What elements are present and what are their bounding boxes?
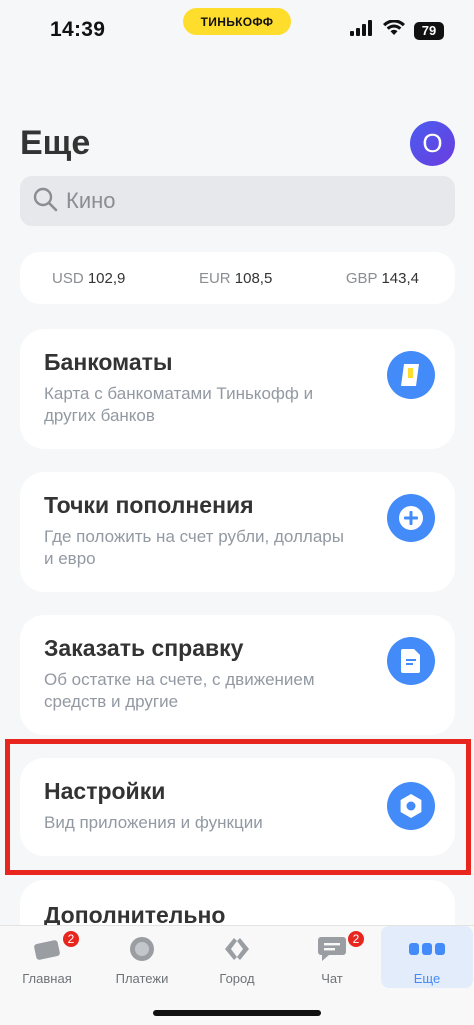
status-icons: 79 <box>350 19 444 41</box>
rate-value: 108,5 <box>234 269 273 287</box>
tab-home[interactable]: Главная 2 <box>1 926 93 988</box>
notification-badge: 2 <box>61 929 81 949</box>
tab-label: Платежи <box>115 971 169 986</box>
rate-gbp: GBP 143,4 <box>346 270 419 287</box>
topup-points-card[interactable]: Точки пополнения Где положить на счет ру… <box>20 472 455 592</box>
order-certificate-card[interactable]: Заказать справку Об остатке на счете, с … <box>20 615 455 735</box>
rate-usd: USD 102,9 <box>52 270 125 287</box>
card-title: Банкоматы <box>44 349 173 375</box>
card-title: Точки пополнения <box>44 492 254 518</box>
avatar[interactable]: O <box>410 121 455 166</box>
currency-rates[interactable]: USD 102,9 EUR 108,5 GBP 143,4 <box>20 252 455 304</box>
rate-code: EUR <box>198 269 231 287</box>
plus-icon <box>387 494 435 542</box>
tab-city[interactable]: Город <box>191 926 283 988</box>
rate-eur: EUR 108,5 <box>199 270 272 287</box>
search-placeholder: Кино <box>66 188 116 213</box>
status-time: 14:39 <box>50 18 106 41</box>
atms-card[interactable]: Банкоматы Карта с банкоматами Тинькофф и… <box>20 329 455 449</box>
search-icon <box>32 186 58 217</box>
card-subtitle: Карта с банкоматами Тинькофф и других ба… <box>44 384 314 425</box>
page-title: Еще <box>20 124 91 162</box>
card-subtitle: Где положить на счет рубли, доллары и ев… <box>44 527 344 568</box>
city-icon <box>222 934 252 964</box>
tab-more[interactable]: Еще <box>381 926 473 988</box>
card-icon <box>32 934 62 964</box>
wifi-icon <box>383 19 405 41</box>
tab-label: Главная <box>22 971 72 986</box>
tab-label: Чат <box>321 971 343 986</box>
notification-badge: 2 <box>346 929 366 949</box>
status-bar: 14:39 ТИНЬКОФФ 79 <box>0 0 474 62</box>
card-title: Заказать справку <box>44 635 244 661</box>
atm-icon <box>387 351 435 399</box>
rate-value: 102,9 <box>87 269 126 287</box>
highlight-frame <box>5 739 471 875</box>
tab-label: Еще <box>413 971 441 986</box>
rate-value: 143,4 <box>381 269 419 287</box>
tab-payments[interactable]: Платежи <box>96 926 188 988</box>
tab-label: Город <box>219 971 255 986</box>
search-input[interactable]: Кино <box>20 176 455 226</box>
chat-icon <box>317 934 347 964</box>
payments-icon <box>127 934 157 964</box>
home-indicator <box>153 1010 321 1016</box>
battery-indicator: 79 <box>414 21 444 40</box>
brand-pill: ТИНЬКОФФ <box>183 8 291 35</box>
signal-icon <box>350 20 374 41</box>
more-icon <box>408 934 446 964</box>
rate-code: GBP <box>345 269 378 287</box>
tab-chat[interactable]: Чат 2 <box>286 926 378 988</box>
rate-code: USD <box>52 269 84 287</box>
document-icon <box>387 637 435 685</box>
card-subtitle: Об остатке на счете, с движением средств… <box>44 670 315 711</box>
